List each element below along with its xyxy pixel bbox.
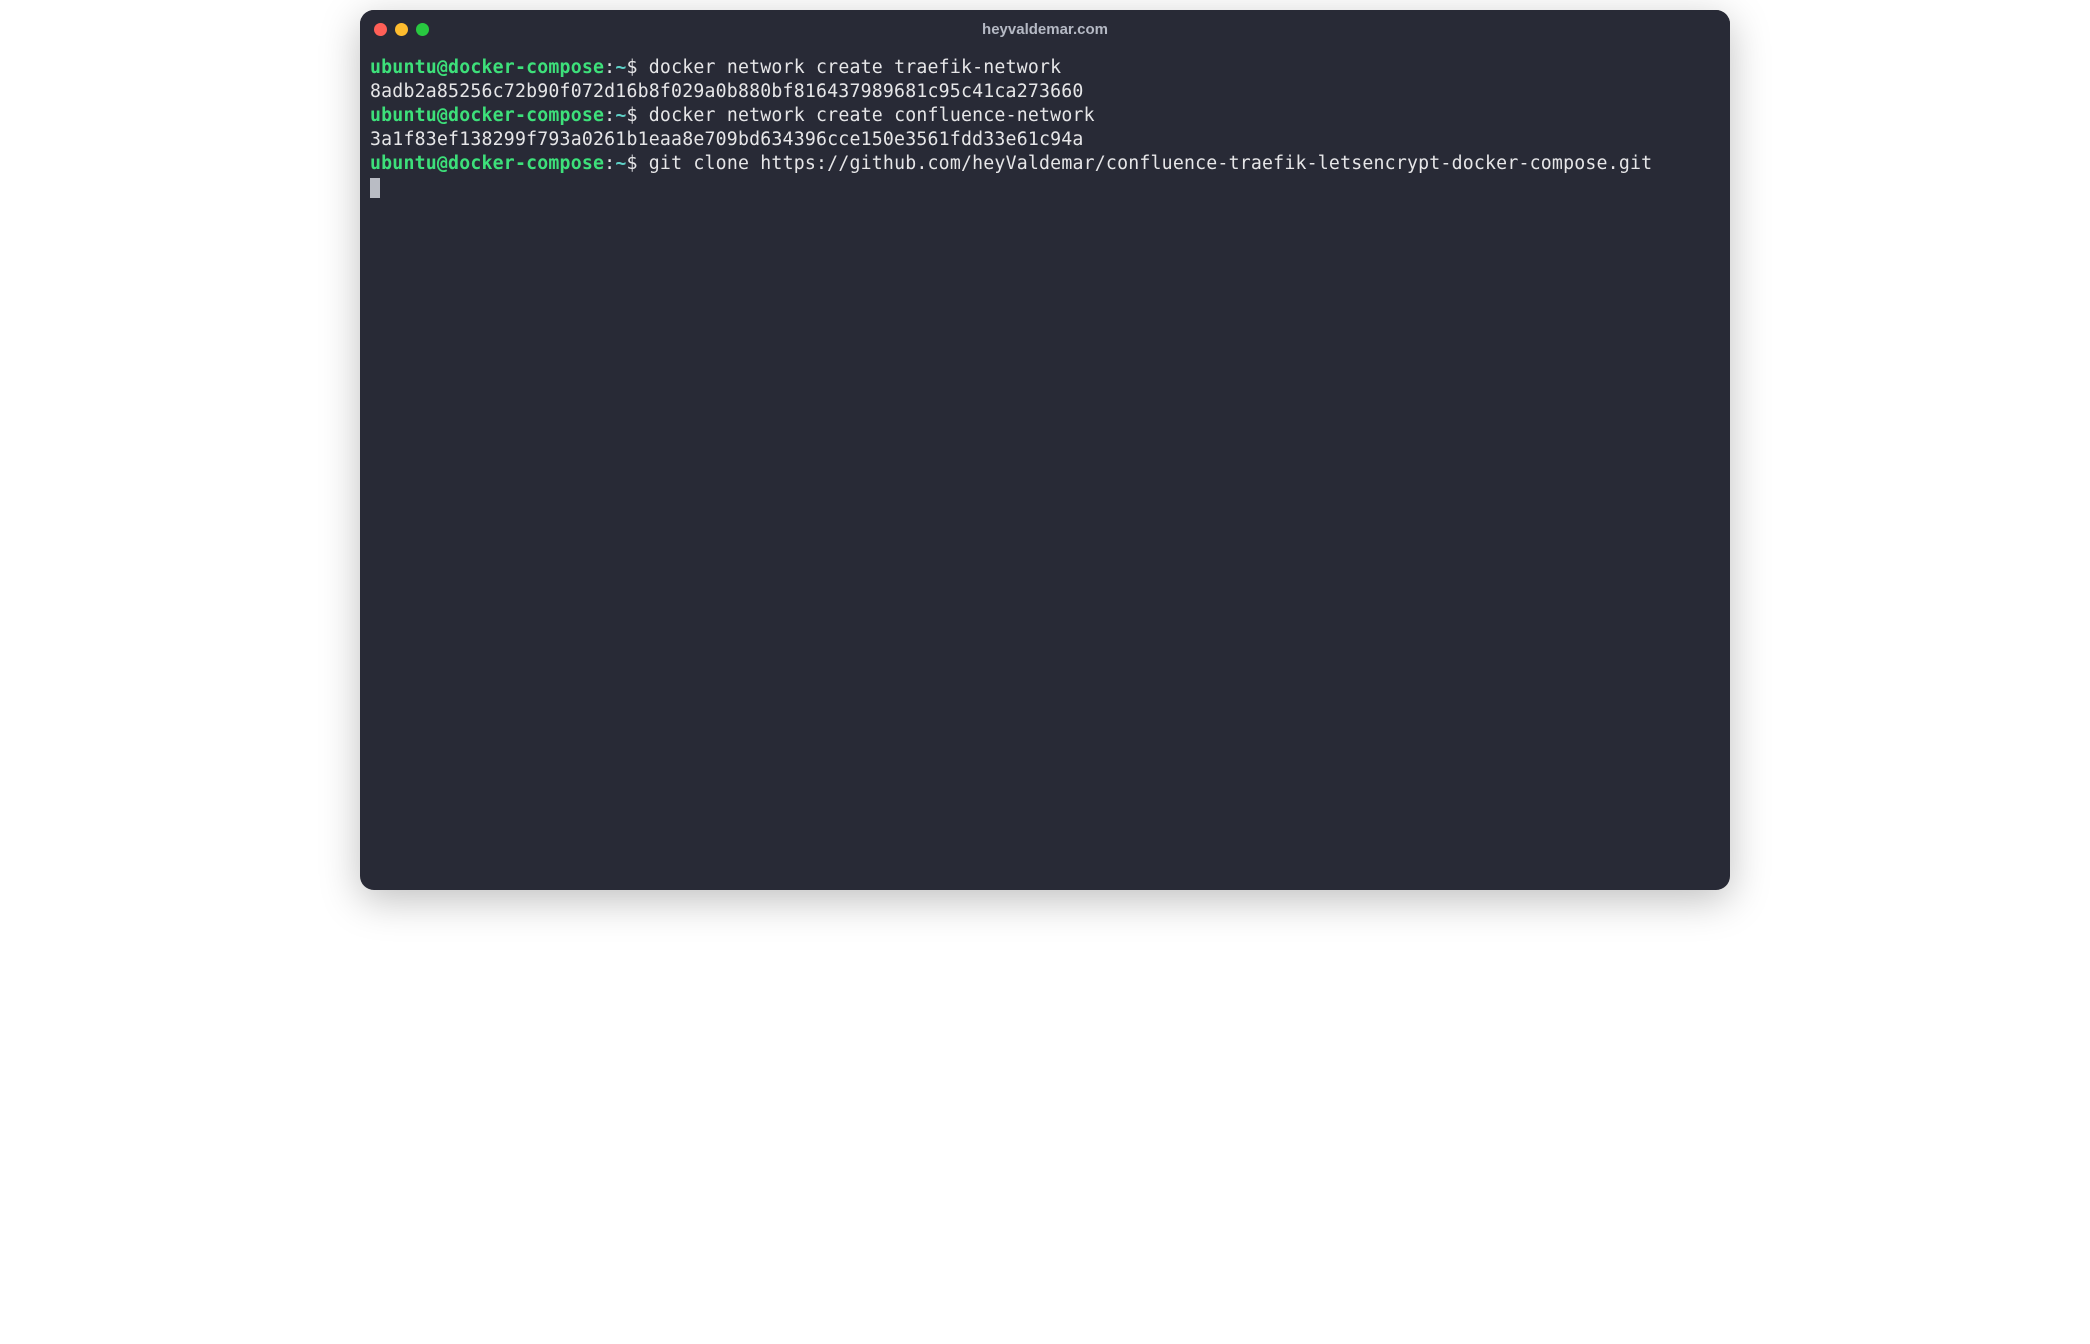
prompt-symbol: $ — [626, 57, 637, 78]
cursor-block — [370, 178, 380, 198]
prompt-user: ubuntu@docker-compose — [370, 57, 604, 78]
cursor-line — [370, 176, 1720, 200]
command-text — [638, 57, 649, 78]
prompt-colon: : — [604, 105, 615, 126]
terminal-output: 8adb2a85256c72b90f072d16b8f029a0b880bf81… — [370, 80, 1720, 104]
prompt-path: ~ — [615, 105, 626, 126]
window-title: heyvaldemar.com — [982, 21, 1108, 38]
prompt-path: ~ — [615, 153, 626, 174]
command-text: docker network create traefik-network — [649, 57, 1062, 78]
prompt-colon: : — [604, 57, 615, 78]
prompt-colon: : — [604, 153, 615, 174]
titlebar: heyvaldemar.com — [360, 10, 1730, 48]
terminal-line: ubuntu@docker-compose:~$ docker network … — [370, 104, 1720, 128]
close-icon[interactable] — [374, 23, 387, 36]
terminal-line: ubuntu@docker-compose:~$ docker network … — [370, 56, 1720, 80]
terminal-body[interactable]: ubuntu@docker-compose:~$ docker network … — [360, 48, 1730, 890]
fullscreen-icon[interactable] — [416, 23, 429, 36]
prompt-user: ubuntu@docker-compose — [370, 153, 604, 174]
command-text — [638, 105, 649, 126]
command-text — [638, 153, 649, 174]
command-text: git clone https://github.com/heyValdemar… — [649, 153, 1652, 174]
terminal-window: heyvaldemar.com ubuntu@docker-compose:~$… — [360, 10, 1730, 890]
terminal-line: ubuntu@docker-compose:~$ git clone https… — [370, 152, 1720, 176]
prompt-symbol: $ — [626, 153, 637, 174]
traffic-lights — [374, 23, 429, 36]
prompt-path: ~ — [615, 57, 626, 78]
prompt-symbol: $ — [626, 105, 637, 126]
terminal-output: 3a1f83ef138299f793a0261b1eaa8e709bd63439… — [370, 128, 1720, 152]
minimize-icon[interactable] — [395, 23, 408, 36]
prompt-user: ubuntu@docker-compose — [370, 105, 604, 126]
command-text: docker network create confluence-network — [649, 105, 1095, 126]
